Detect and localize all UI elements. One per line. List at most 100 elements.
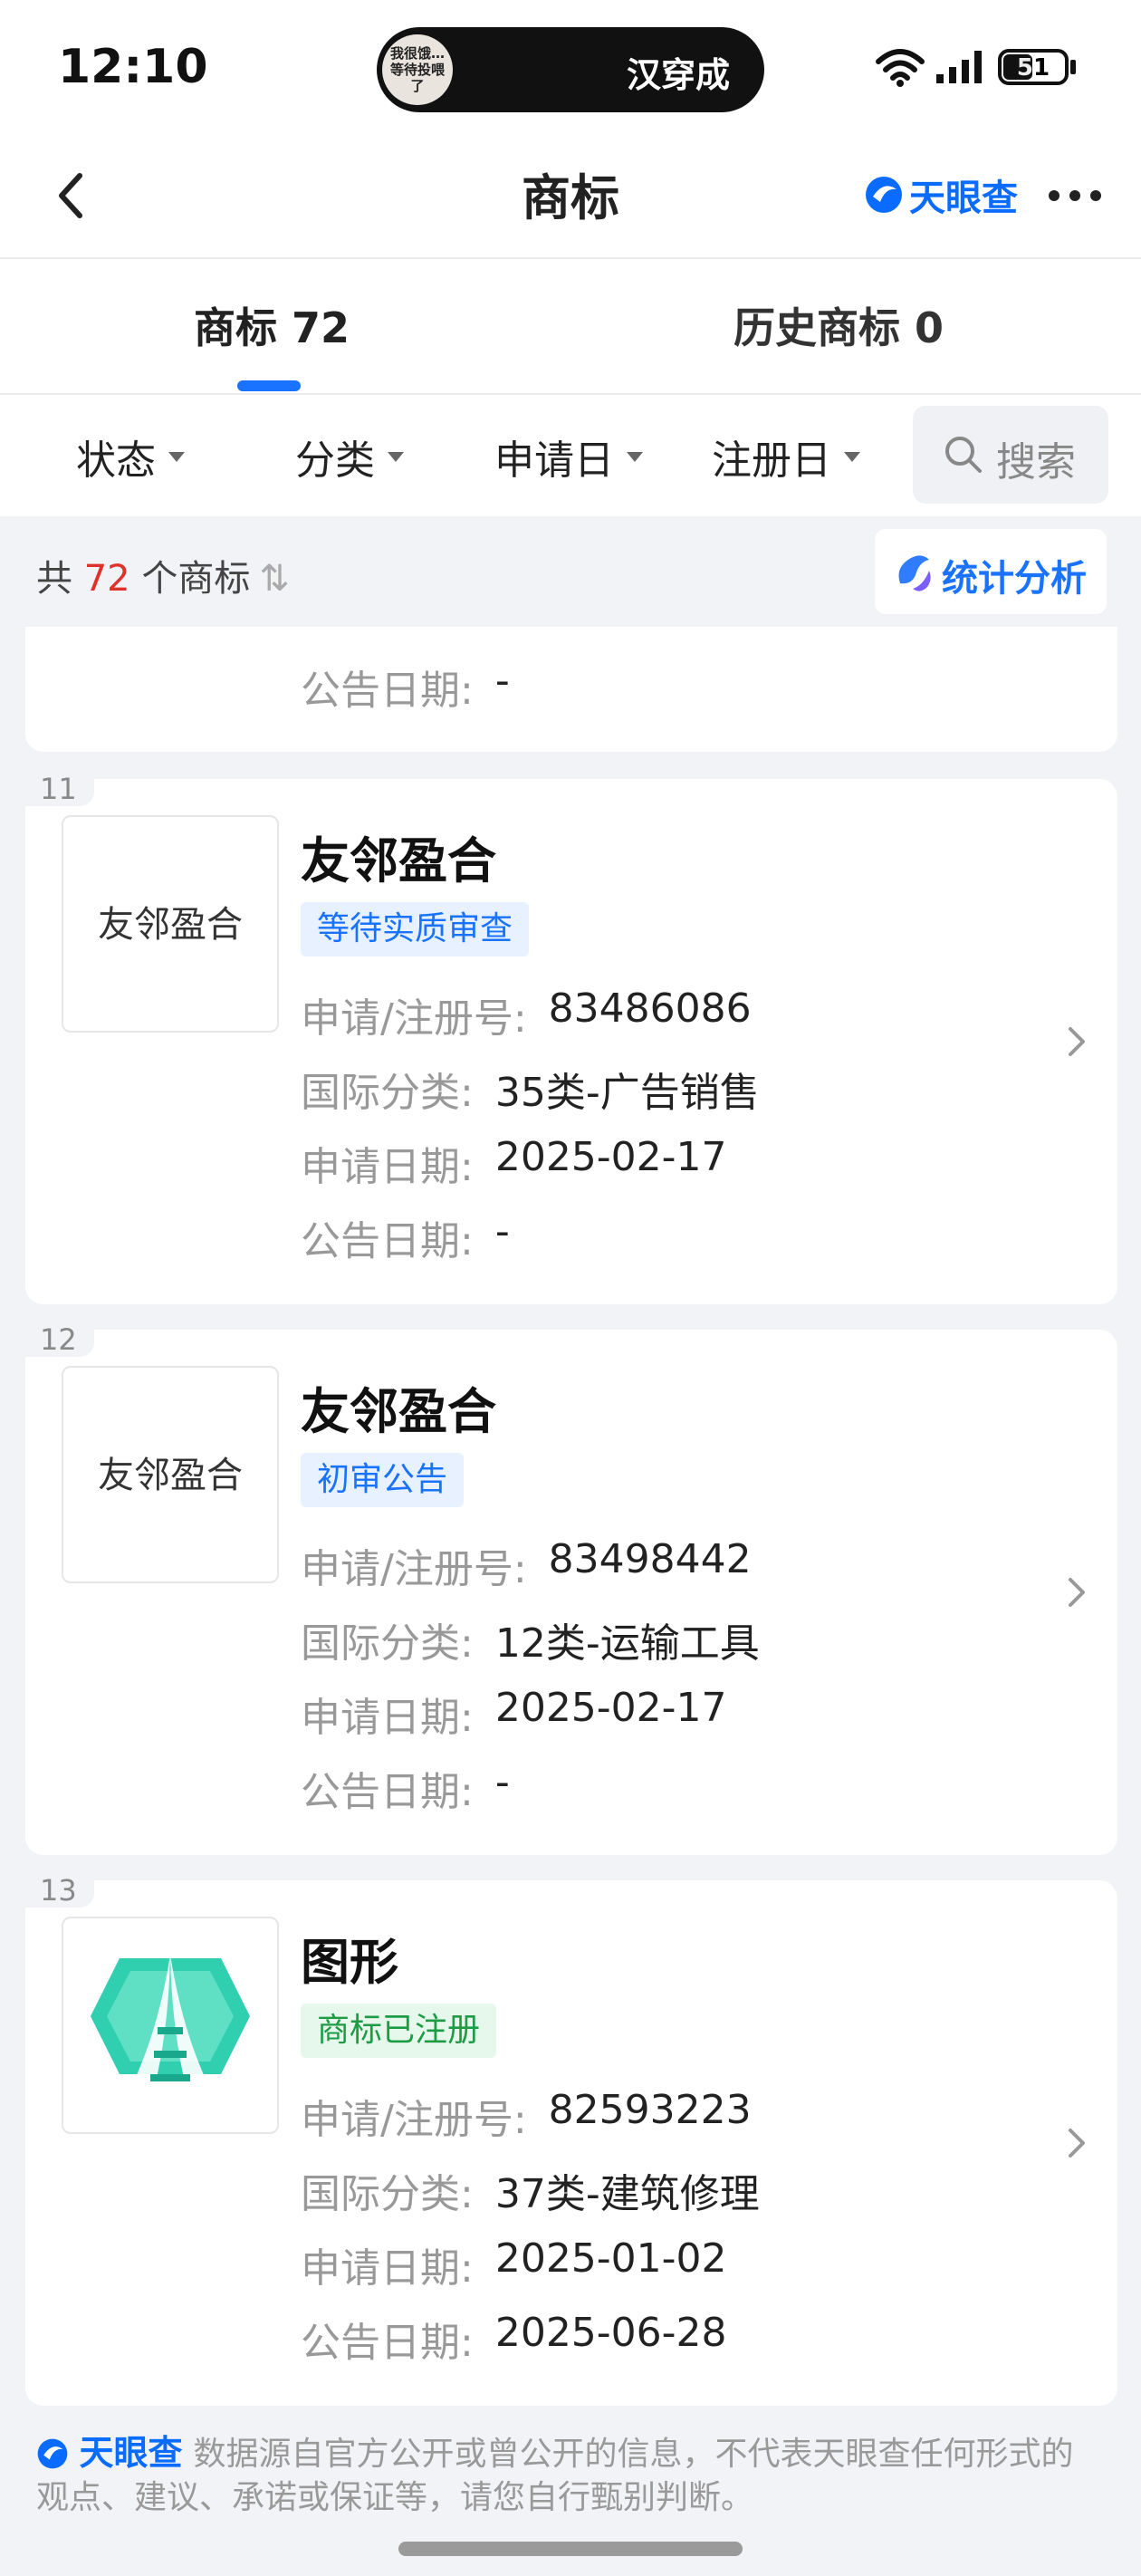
status-badge: 等待实质审查: [301, 902, 530, 956]
filter-status-label: 状态: [76, 437, 156, 484]
result-count-suffix: 个商标: [141, 558, 251, 600]
international-class-row: 国际分类: 35类-广告销售: [301, 1060, 760, 1118]
caret-down-icon: [844, 451, 860, 462]
island-avatar-text: 我很饿…等待投喂了: [389, 45, 445, 94]
result-count-number: 72: [83, 558, 130, 600]
trademark-name: 图形: [301, 1934, 398, 1991]
search-button[interactable]: 搜索: [913, 406, 1108, 504]
registration-number-row: 申请/注册号: 83498442: [301, 1536, 752, 1594]
result-count-prefix: 共: [36, 558, 72, 600]
graphic-trademark-icon: [91, 1955, 250, 2096]
system-icons: 51: [875, 43, 1092, 98]
tab-history-trademarks[interactable]: 历史商标 0: [734, 295, 944, 355]
international-class-label: 国际分类:: [301, 1620, 474, 1667]
international-class-label: 国际分类:: [301, 1070, 474, 1116]
search-label: 搜索: [996, 439, 1076, 485]
registration-number-row: 申请/注册号: 83486086: [301, 985, 752, 1043]
dynamic-island[interactable]: 我很饿…等待投喂了 汉穿成: [377, 27, 764, 112]
chevron-right-icon: [1069, 1027, 1085, 1056]
apply-date-label: 申请日期:: [301, 1144, 474, 1190]
international-class-row: 国际分类: 12类-运输工具: [301, 1610, 760, 1668]
trademark-name: 友邻盈合: [301, 832, 496, 889]
caret-down-icon: [388, 451, 404, 462]
filter-status[interactable]: 状态: [76, 428, 185, 485]
summary-bar: 共 72 个商标 ⇅ 统计分析: [0, 518, 1141, 627]
filter-register-date-label: 注册日: [712, 437, 831, 484]
registration-number-value: 83486086: [548, 985, 752, 1032]
notice-date-label: 公告日期:: [301, 668, 474, 714]
filter-register-date[interactable]: 注册日: [712, 428, 860, 485]
statistics-analysis-label: 统计分析: [942, 558, 1087, 600]
trademark-card-partial[interactable]: 公告日期: -: [25, 627, 1117, 752]
result-count: 共 72 个商标 ⇅: [36, 549, 290, 601]
registration-number-label: 申请/注册号:: [301, 1546, 527, 1592]
notice-date-label: 公告日期:: [301, 2320, 474, 2366]
notice-date-row: 公告日期: -: [301, 1759, 510, 1817]
clock: 12:10: [58, 40, 208, 94]
battery-percent: 51: [1016, 54, 1050, 82]
trademark-card[interactable]: 12 友邻盈合 友邻盈合 初审公告 申请/注册号: 83498442 国际分类:…: [24, 1325, 1117, 1855]
apply-date-value: 2025-02-17: [494, 1134, 727, 1180]
caret-down-icon: [168, 451, 185, 462]
notice-date-value: -: [494, 1208, 510, 1254]
more-button[interactable]: [1047, 178, 1103, 214]
more-dots-icon: [1049, 190, 1101, 201]
apply-date-row: 申请日期: 2025-01-02: [301, 2235, 727, 2293]
brand-logo: 天眼查: [864, 170, 1018, 219]
brand-name: 天眼查: [909, 178, 1018, 219]
search-icon: [945, 437, 982, 473]
card-index: 12: [24, 1325, 94, 1357]
wifi-icon: [876, 49, 925, 87]
notice-date-value: -: [494, 1759, 510, 1805]
notice-date-label: 公告日期:: [301, 1769, 474, 1815]
status-badge: 初审公告: [301, 1453, 465, 1507]
notice-date-label: 公告日期:: [301, 1218, 474, 1264]
registration-number-label: 申请/注册号:: [301, 2097, 527, 2143]
chevron-right-icon: [1069, 1578, 1085, 1607]
trademark-name: 友邻盈合: [301, 1383, 496, 1440]
apply-date-value: 2025-02-17: [494, 1685, 727, 1731]
statistics-analysis-button[interactable]: 统计分析: [875, 529, 1107, 614]
trademark-card[interactable]: 13 图形 商标已注册 申请/注册号: 82593223 国际分类: 37类-建…: [24, 1876, 1117, 2406]
filter-bar: 状态 分类 申请日 注册日 搜索: [0, 395, 1141, 516]
island-title: 汉穿成: [627, 55, 731, 95]
international-class-value: 35类-广告销售: [494, 1070, 760, 1116]
filter-apply-date[interactable]: 申请日: [494, 428, 643, 485]
trademark-logo-text: 友邻盈合: [98, 904, 243, 946]
apply-date-value: 2025-01-02: [494, 2235, 727, 2282]
trademark-logo: [62, 1917, 279, 2134]
stats-analysis-icon: [898, 555, 931, 591]
apply-date-row: 申请日期: 2025-02-17: [301, 1134, 727, 1192]
apply-date-row: 申请日期: 2025-02-17: [301, 1685, 727, 1743]
status-badge: 商标已注册: [301, 2004, 497, 2058]
card-index: 13: [24, 1876, 94, 1908]
apply-date-label: 申请日期:: [301, 1695, 474, 1741]
apply-date-label: 申请日期:: [301, 2245, 474, 2292]
battery-tip: [1070, 60, 1076, 74]
notice-date-value: 2025-06-28: [494, 2310, 727, 2356]
card-index: 11: [24, 774, 94, 806]
signal-icon: [936, 51, 982, 83]
international-class-value: 12类-运输工具: [494, 1620, 760, 1667]
footer-brand: 天眼查: [79, 2433, 183, 2473]
tab-active-indicator: [237, 380, 301, 391]
international-class-label: 国际分类:: [301, 2171, 474, 2217]
trademark-logo-text: 友邻盈合: [98, 1455, 243, 1496]
registration-number-row: 申请/注册号: 82593223: [301, 2087, 752, 2145]
sort-icon[interactable]: ⇅: [259, 558, 290, 600]
navigation-bar: 商标 天眼查: [0, 136, 1141, 259]
disclaimer-body: 数据源自官方公开或曾公开的信息，不代表天眼查任何形式的观点、建议、承诺或保证等，…: [36, 2436, 1074, 2516]
home-indicator[interactable]: [398, 2542, 743, 2556]
tab-trademarks[interactable]: 商标 72: [194, 295, 350, 355]
trademark-logo: 友邻盈合: [62, 815, 279, 1033]
filter-category-label: 分类: [295, 437, 375, 484]
notice-date-row: 公告日期: -: [301, 658, 510, 716]
notice-date-value: -: [494, 658, 510, 704]
trademark-logo: 友邻盈合: [62, 1366, 279, 1583]
trademark-card[interactable]: 11 友邻盈合 友邻盈合 等待实质审查 申请/注册号: 83486086 国际分…: [24, 774, 1117, 1304]
notice-date-row: 公告日期: 2025-06-28: [301, 2310, 727, 2368]
registration-number-label: 申请/注册号:: [301, 995, 527, 1042]
registration-number-value: 82593223: [548, 2087, 752, 2133]
filter-category[interactable]: 分类: [295, 428, 404, 485]
tab-bar: 商标 72 历史商标 0: [0, 259, 1141, 395]
